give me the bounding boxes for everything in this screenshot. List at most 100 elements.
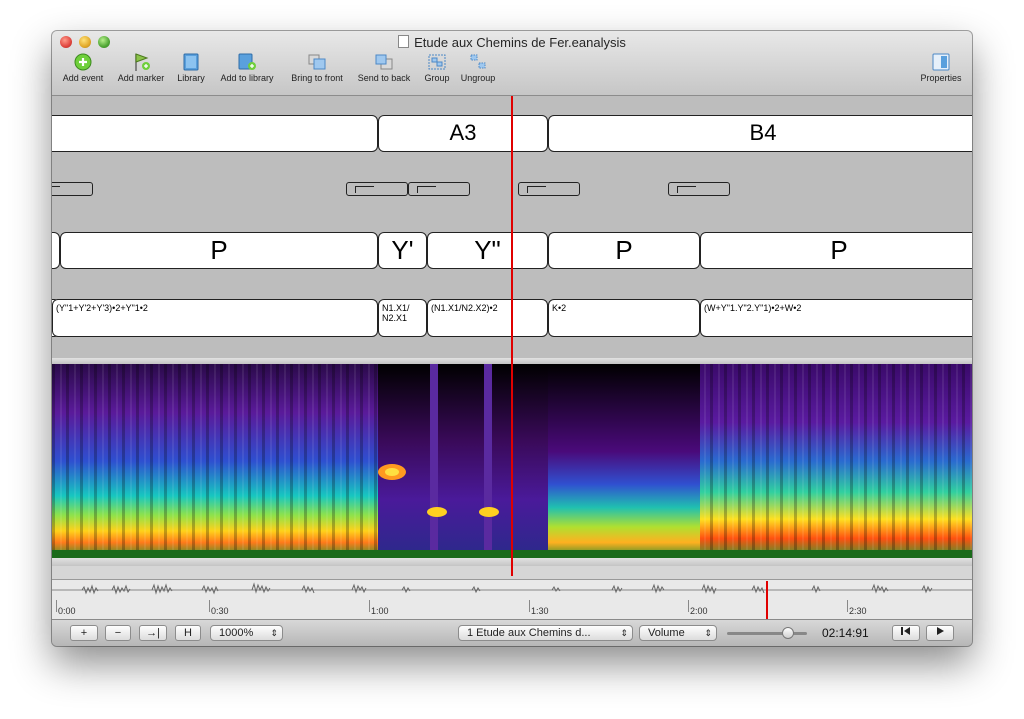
zoom-to-fit-button[interactable]: →| — [139, 625, 167, 641]
tick-label: 1:30 — [531, 606, 549, 616]
overview-playhead[interactable] — [766, 581, 768, 619]
tick-mark — [209, 600, 210, 612]
event-label: P — [210, 235, 228, 265]
event-box-formula[interactable]: (N1.X1/N2.X2)•2 — [427, 299, 548, 337]
event-label: B4 — [749, 120, 777, 145]
bracket-marker[interactable] — [346, 182, 408, 196]
group-button[interactable]: Group — [422, 53, 452, 93]
library-icon — [183, 53, 199, 71]
tick-label: 1:00 — [371, 606, 389, 616]
group-icon — [428, 54, 446, 70]
rewind-button[interactable] — [892, 625, 920, 641]
bracket-marker[interactable] — [52, 182, 93, 196]
playhead-cursor[interactable] — [511, 96, 513, 576]
window-title: Etude aux Chemins de Fer.eanalysis — [52, 35, 972, 50]
add-event-label: Add event — [62, 73, 104, 83]
stepper-icon: ⇕ — [620, 628, 628, 638]
add-to-library-icon — [238, 53, 256, 70]
bracket-marker[interactable] — [518, 182, 580, 196]
event-box[interactable] — [52, 232, 60, 269]
bring-to-front-label: Bring to front — [291, 73, 343, 83]
zoom-in-button[interactable]: + — [70, 625, 98, 641]
stepper-icon: ⇕ — [704, 628, 712, 638]
event-box-formula[interactable]: (Y"1+Y'2+Y'3)•2+Y"1•2 — [52, 299, 378, 337]
add-marker-button[interactable]: Add marker — [112, 53, 170, 93]
event-label: N1.X1/ N2.X1 — [382, 303, 410, 323]
window-title-text: Etude aux Chemins de Fer.eanalysis — [414, 35, 626, 50]
skip-to-start-icon — [901, 627, 910, 635]
properties-icon — [932, 53, 950, 71]
event-label: Y" — [474, 235, 501, 265]
tick-label: 0:00 — [58, 606, 76, 616]
event-label: (W+Y"1.Y"2.Y"1)•2+W•2 — [704, 303, 802, 313]
event-label: K•2 — [552, 303, 567, 313]
event-label: P — [830, 235, 848, 265]
event-box-y-double-prime[interactable]: Y" — [427, 232, 548, 269]
title-bar: Etude aux Chemins de Fer.eanalysis Add e… — [52, 31, 972, 96]
bring-to-front-icon — [308, 54, 326, 70]
event-label: Y' — [391, 235, 414, 265]
bottom-toolbar: + − →| H 1000% ⇕ 1 Etude aux Chemins d...… — [52, 619, 972, 646]
zoom-level-select[interactable]: 1000% ⇕ — [210, 625, 283, 641]
tick-mark — [529, 600, 530, 612]
track-select-value: 1 Etude aux Chemins d... — [467, 627, 591, 639]
event-box-p[interactable]: P — [548, 232, 700, 269]
tick-mark — [688, 600, 689, 612]
bracket-marker[interactable] — [668, 182, 730, 196]
event-label: A3 — [449, 120, 477, 145]
event-box-a3[interactable]: A3 — [378, 115, 548, 152]
tick-label: 2:30 — [849, 606, 867, 616]
volume-slider-track[interactable] — [727, 632, 807, 635]
add-to-library-button[interactable]: Add to library — [215, 53, 279, 93]
analysis-window: Etude aux Chemins de Fer.eanalysis Add e… — [52, 31, 972, 646]
tick-label: 2:00 — [690, 606, 708, 616]
event-label: (N1.X1/N2.X2)•2 — [431, 303, 498, 313]
event-box-formula[interactable]: K•2 — [548, 299, 700, 337]
ungroup-icon — [470, 54, 486, 69]
bring-to-front-button[interactable]: Bring to front — [286, 53, 348, 93]
mode-select-value: Volume — [648, 627, 685, 639]
timecode-display: 02:14:91 — [822, 626, 869, 640]
send-to-back-button[interactable]: Send to back — [353, 53, 415, 93]
event-box-y-prime[interactable]: Y' — [378, 232, 427, 269]
ungroup-button[interactable]: Ungroup — [458, 53, 498, 93]
group-label: Group — [424, 73, 450, 83]
event-box[interactable] — [52, 115, 378, 152]
add-to-library-label: Add to library — [220, 73, 274, 83]
flag-icon — [135, 53, 150, 71]
tick-mark — [847, 600, 848, 612]
event-box-formula[interactable]: (W+Y"1.Y"2.Y"1)•2+W•2 — [700, 299, 972, 337]
add-event-button[interactable]: Add event — [60, 53, 106, 93]
time-ruler[interactable]: 0:00 0:30 1:00 1:30 2:00 2:30 — [52, 600, 972, 620]
tick-label: 0:30 — [211, 606, 229, 616]
document-icon — [398, 35, 410, 48]
play-button[interactable] — [926, 625, 954, 641]
add-event-icon — [74, 53, 92, 71]
library-label: Library — [177, 73, 205, 83]
library-button[interactable]: Library — [174, 53, 208, 93]
zoom-level-value: 1000% — [219, 627, 254, 639]
event-box-p[interactable]: P — [60, 232, 378, 269]
zoom-out-button[interactable]: − — [105, 625, 131, 641]
ungroup-label: Ungroup — [460, 73, 496, 83]
waveform-graphic — [52, 582, 972, 595]
track-select[interactable]: 1 Etude aux Chemins d... ⇕ — [458, 625, 633, 641]
event-label: (Y"1+Y'2+Y'3)•2+Y"1•2 — [56, 303, 148, 313]
tick-mark — [369, 600, 370, 612]
event-box-b4[interactable]: B4 — [548, 115, 972, 152]
mode-select[interactable]: Volume ⇕ — [639, 625, 717, 641]
zoom-full-button[interactable]: H — [175, 625, 201, 641]
tick-mark — [56, 600, 57, 612]
properties-label: Properties — [920, 73, 962, 83]
event-box-p[interactable]: P — [700, 232, 972, 269]
waveform-overview[interactable]: 0:00 0:30 1:00 1:30 2:00 2:30 — [52, 579, 972, 620]
add-marker-label: Add marker — [117, 73, 165, 83]
bracket-marker[interactable] — [408, 182, 470, 196]
send-to-back-icon — [375, 54, 393, 70]
send-to-back-label: Send to back — [357, 73, 411, 83]
properties-button[interactable]: Properties — [916, 53, 966, 93]
volume-slider-knob[interactable] — [782, 627, 794, 639]
event-box-formula[interactable]: N1.X1/ N2.X1 — [378, 299, 427, 337]
event-label: P — [615, 235, 633, 265]
play-icon — [937, 627, 944, 635]
